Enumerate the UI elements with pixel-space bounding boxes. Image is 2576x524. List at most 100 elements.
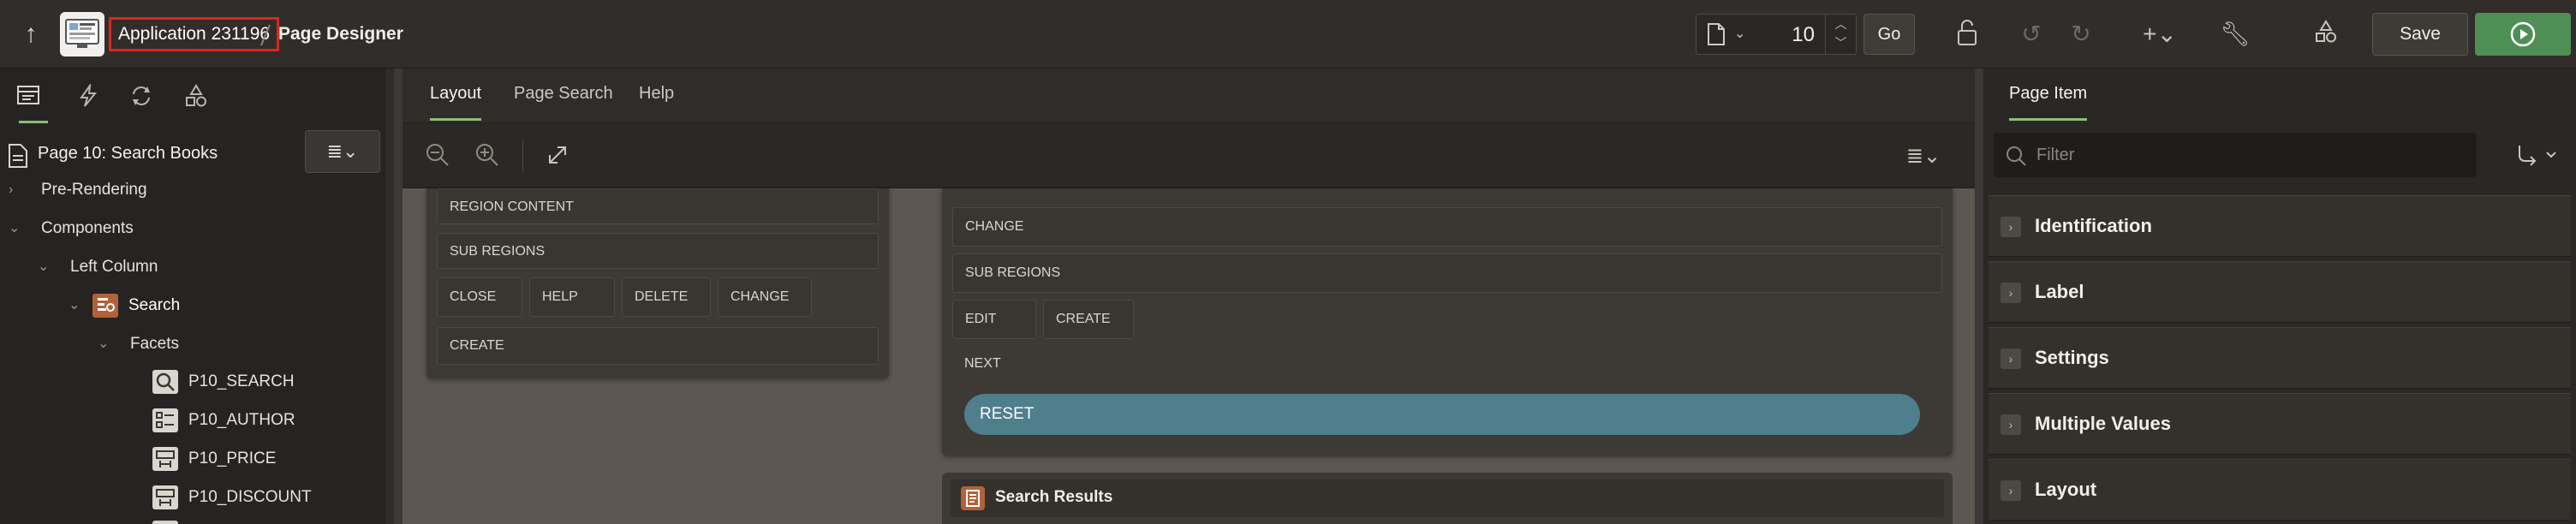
layout-toolbar: ≣⌄ xyxy=(402,123,1975,188)
tree-node-pre-rendering[interactable]: › Pre-Rendering xyxy=(9,173,377,207)
tree-node-components[interactable]: ⌄ Components xyxy=(9,211,377,246)
tree-node-left-column[interactable]: ⌄ Left Column xyxy=(38,250,377,284)
processing-icon xyxy=(133,86,150,105)
tree-label: Facets xyxy=(130,335,180,353)
section-multiple-values[interactable]: › Multiple Values xyxy=(1989,393,2571,455)
help-button-slot[interactable]: HELP xyxy=(529,277,615,317)
close-button-slot[interactable]: CLOSE xyxy=(437,277,522,317)
section-settings[interactable]: › Settings xyxy=(1989,327,2571,389)
undo-icon[interactable]: ↺ xyxy=(2014,19,2048,50)
tree-node-facets[interactable]: ⌄ Facets xyxy=(98,327,377,361)
chevron-down-icon[interactable]: ⌄ xyxy=(38,250,55,284)
reset-button[interactable]: RESET xyxy=(964,394,1920,435)
chevron-right-icon[interactable]: › xyxy=(2001,217,2021,237)
chevron-right-icon[interactable]: › xyxy=(9,173,26,207)
section-layout[interactable]: › Layout xyxy=(1989,459,2571,521)
lock-page-icon[interactable] xyxy=(1949,19,1983,50)
tab-layout[interactable]: Layout xyxy=(430,84,482,121)
tree-node-search[interactable]: ⌄ Search xyxy=(69,289,377,323)
chevron-right-icon[interactable]: › xyxy=(2001,283,2021,303)
shared-components-icon[interactable] xyxy=(2309,19,2343,50)
sub-regions-slot[interactable]: SUB REGIONS xyxy=(437,233,879,269)
tree-label: Search xyxy=(128,296,181,314)
page-number-spinner[interactable]: ︿ ﹀ xyxy=(1825,15,1856,54)
tree-node-item[interactable]: P10_SEARCH xyxy=(152,365,377,399)
zoom-in-icon[interactable] xyxy=(473,142,502,171)
report-icon xyxy=(961,486,985,510)
search-results-title: Search Results xyxy=(995,488,1113,506)
utilities-wrench-icon[interactable]: 🔧︎ xyxy=(2209,19,2261,50)
page-selector[interactable]: ⌄ 10 ︿ ﹀ xyxy=(1696,14,1857,55)
left-panel-tabs xyxy=(0,68,394,123)
document-icon xyxy=(1708,23,1725,45)
section-identification[interactable]: › Identification xyxy=(1989,195,2571,257)
section-title: Multiple Values xyxy=(2035,413,2171,434)
chevron-down-icon[interactable]: ⌄ xyxy=(69,289,86,323)
page-node-label: Page 10: Search Books xyxy=(38,144,218,163)
tab-page-search[interactable]: Page Search xyxy=(514,84,613,104)
create-menu-icon[interactable]: +⌄ xyxy=(2134,19,2185,50)
up-arrow-icon[interactable]: ↑ xyxy=(17,19,45,50)
go-button[interactable]: Go xyxy=(1863,14,1915,55)
chevron-down-icon[interactable]: ⌄ xyxy=(98,327,115,361)
page-title: Page Designer xyxy=(278,24,403,44)
tree-label: Left Column xyxy=(70,258,158,276)
create-button-slot[interactable]: CREATE xyxy=(437,327,879,365)
tree-label: Pre-Rendering xyxy=(41,181,147,199)
rendering-icon xyxy=(17,86,39,104)
tab-help[interactable]: Help xyxy=(639,84,674,104)
create-button-slot[interactable]: CREATE xyxy=(1043,300,1134,339)
tree-node-item[interactable]: P10_DISCOUNT xyxy=(152,480,377,515)
zoom-out-icon[interactable] xyxy=(423,142,452,171)
section-label[interactable]: › Label xyxy=(1989,261,2571,323)
filter-field[interactable] xyxy=(1994,133,2477,177)
chevron-down-icon[interactable]: ⌄ xyxy=(1734,25,1745,42)
left-splitter[interactable] xyxy=(394,68,402,524)
chevron-down-icon[interactable]: ⌄ xyxy=(9,211,26,246)
range-facet-icon xyxy=(152,447,178,471)
region-card-search-results[interactable]: Search Results xyxy=(942,473,1953,524)
expand-icon[interactable] xyxy=(543,142,572,171)
app-icon[interactable] xyxy=(60,12,104,57)
go-to-group-icon[interactable] xyxy=(2514,142,2566,168)
left-panel-scrollbar[interactable] xyxy=(385,68,394,524)
tab-page-item[interactable]: Page Item xyxy=(2009,84,2088,121)
tab-rendering[interactable] xyxy=(15,84,50,123)
search-icon xyxy=(2007,146,2026,166)
page-number-input[interactable]: 10 xyxy=(1792,23,1815,47)
sub-regions-slot[interactable]: SUB REGIONS xyxy=(952,253,1942,293)
edit-button-slot[interactable]: EDIT xyxy=(952,300,1036,339)
tree-label: P10_AUTHOR xyxy=(188,411,295,429)
shapes-icon xyxy=(186,84,206,107)
tree-node-item[interactable]: P10_AUTHOR xyxy=(152,403,377,438)
next-slot[interactable]: NEXT xyxy=(952,346,1124,384)
chevron-right-icon[interactable]: › xyxy=(2001,414,2021,435)
search-results-header[interactable]: Search Results xyxy=(951,479,1944,517)
center-tabs: Layout Page Search Help xyxy=(402,68,1975,123)
redo-icon[interactable]: ↻ xyxy=(2064,19,2098,50)
change-button-slot[interactable]: CHANGE xyxy=(718,277,812,317)
right-splitter[interactable] xyxy=(1975,68,1983,524)
tab-shared-components[interactable] xyxy=(183,84,218,110)
tab-processing[interactable] xyxy=(128,84,163,110)
chevron-right-icon[interactable]: › xyxy=(2001,480,2021,501)
save-button[interactable]: Save xyxy=(2372,13,2468,56)
search-facet-icon xyxy=(152,370,178,394)
layout-menu-icon[interactable]: ≣⌄ xyxy=(1898,142,1949,171)
delete-button-slot[interactable]: DELETE xyxy=(622,277,711,317)
range-facet-icon xyxy=(152,485,178,509)
tree-menu-button[interactable]: ≣⌄ xyxy=(305,130,380,173)
chevron-right-icon[interactable]: › xyxy=(2001,348,2021,369)
region-content-slot[interactable]: REGION CONTENT xyxy=(437,188,879,224)
region-card-search[interactable]: REGION CONTENT SUB REGIONS CLOSE HELP DE… xyxy=(426,188,889,378)
tree-label: P10_DISCOUNT xyxy=(188,488,312,506)
application-name[interactable]: Application 231196 xyxy=(109,17,280,51)
section-title: Label xyxy=(2035,281,2084,302)
change-slot[interactable]: CHANGE xyxy=(952,207,1942,247)
tab-dynamic-actions[interactable] xyxy=(75,82,110,110)
toolbar-divider xyxy=(522,139,523,173)
tree-node-item[interactable]: P10_PRICE xyxy=(152,442,377,476)
filter-input[interactable] xyxy=(2036,133,2465,177)
section-title: Layout xyxy=(2035,479,2097,500)
run-page-button[interactable] xyxy=(2475,13,2571,56)
